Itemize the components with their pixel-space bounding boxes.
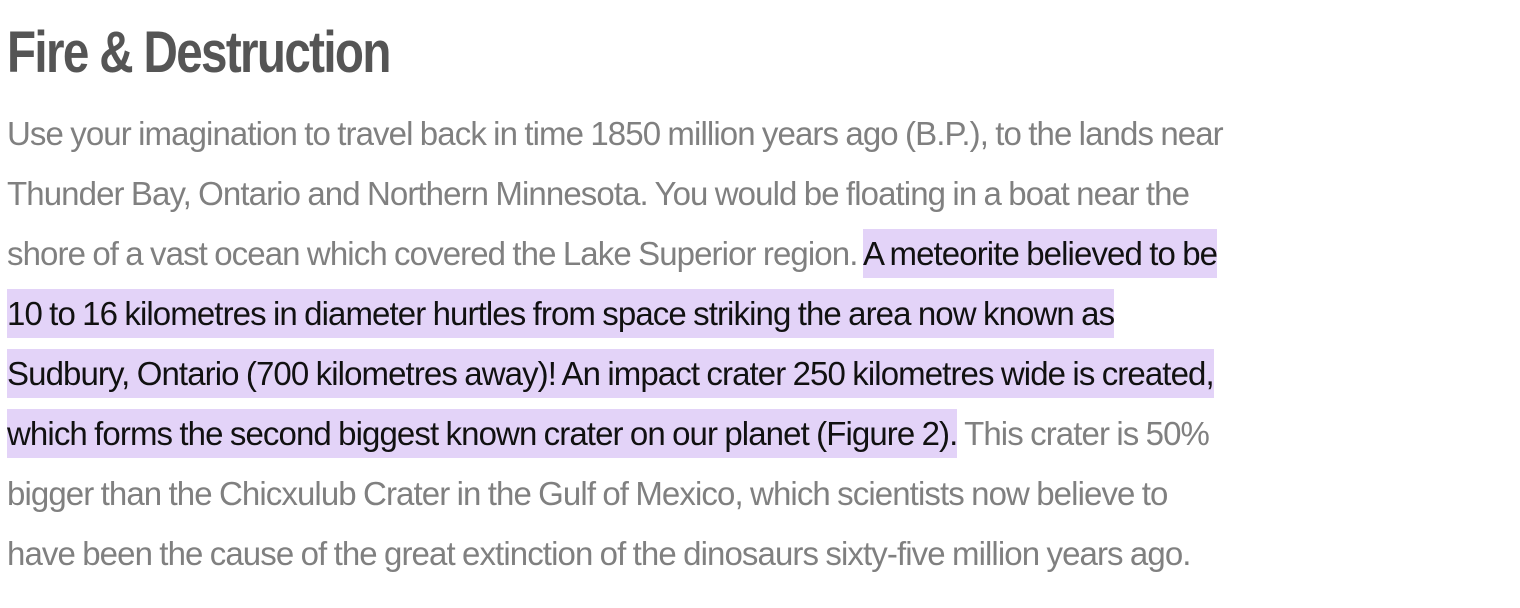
highlighted-text[interactable]: Sudbury, Ontario (700 kilometres away)! … [7,349,1215,398]
paragraph-line-3: shore of a vast ocean which covered the … [7,224,1513,284]
paragraph-line-7: bigger than the Chicxulub Crater in the … [7,464,1513,524]
paragraph-line-4: 10 to 16 kilometres in diameter hurtles … [7,284,1513,344]
paragraph-text: bigger than the Chicxulub Crater in the … [7,475,1168,512]
paragraph-text: Use your imagination to travel back in t… [7,115,1224,152]
paragraph-line-1: Use your imagination to travel back in t… [7,104,1513,164]
highlighted-text[interactable]: 10 to 16 kilometres in diameter hurtles … [7,289,1115,338]
paragraph-line-5: Sudbury, Ontario (700 kilometres away)! … [7,344,1513,404]
paragraph-line-6: which forms the second biggest known cra… [7,404,1513,464]
highlighted-text[interactable]: which forms the second biggest known cra… [7,409,958,458]
paragraph-line-8: have been the cause of the great extinct… [7,524,1513,584]
article-paragraph: Use your imagination to travel back in t… [7,104,1513,584]
article: Fire & Destruction Use your imagination … [7,14,1513,584]
paragraph-line-2: Thunder Bay, Ontario and Northern Minnes… [7,164,1513,224]
paragraph-text: shore of a vast ocean which covered the … [7,235,863,272]
paragraph-text: This crater is 50% [957,415,1210,452]
paragraph-text: Thunder Bay, Ontario and Northern Minnes… [7,175,1190,212]
paragraph-text: have been the cause of the great extinct… [7,535,1191,572]
page-title: Fire & Destruction [7,20,391,85]
highlighted-text[interactable]: A meteorite believed to be [862,229,1218,278]
